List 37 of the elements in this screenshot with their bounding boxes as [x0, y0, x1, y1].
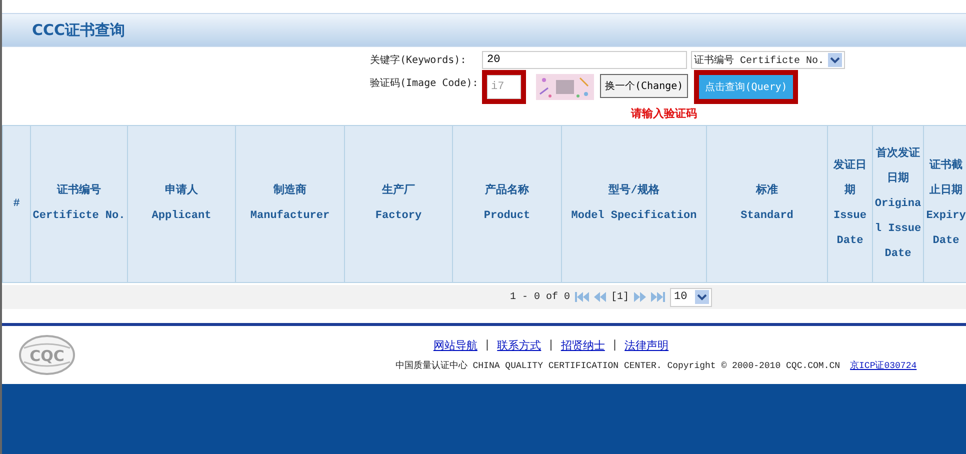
link-separator: | [612, 338, 617, 353]
column-header: 申请人 Applicant [128, 126, 236, 282]
footer-link[interactable]: 联系方式 [497, 338, 542, 353]
column-header: 型号/规格 Model Specification [562, 126, 706, 282]
column-header: 发证日期 Issue Date [828, 126, 872, 282]
keyword-field[interactable]: 20 [482, 51, 687, 69]
link-separator: | [549, 338, 553, 353]
previous-page-icon[interactable] [594, 292, 606, 302]
column-header: 制造商 Manufacturer [236, 126, 344, 282]
first-page-icon[interactable] [575, 292, 590, 302]
dropdown-icon [828, 53, 842, 67]
column-header: 生产厂 Factory [344, 126, 452, 282]
current-page: [1] [611, 292, 630, 302]
column-header: 产品名称 Product [452, 126, 562, 282]
copyright-text: 中国质量认证中心 CHINA QUALITY CERTIFICATION CENTER. Copyright © 2000-2010 CQC.COM.CN [395, 360, 840, 372]
page-size-select[interactable]: 10 [670, 288, 712, 306]
footer-link[interactable]: 招贤纳士 [560, 338, 605, 353]
keyword-label: 关键字(Keywords): [370, 54, 468, 68]
search-type-select[interactable]: 证书编号 Certificte No. [691, 51, 846, 69]
page-summary: 1 - 0 of 0 [510, 292, 570, 302]
footer-link[interactable]: 法律声明 [624, 338, 669, 353]
footer-link[interactable]: 网站导航 [433, 338, 478, 353]
page-title: CCC证书查询 [32, 20, 126, 40]
next-page-icon[interactable] [634, 292, 646, 302]
link-separator: | [485, 338, 490, 353]
column-header: 证书编号 Certificte No. [30, 126, 128, 282]
logo-icon: CQC [18, 334, 76, 376]
dropdown-icon [695, 290, 710, 304]
icp-link[interactable]: 京ICP证030724 [850, 359, 917, 372]
column-header: 标准 Standard [706, 126, 828, 282]
error-message: 请输入验证码 [631, 106, 698, 121]
column-header: 证书截止日期 Expiry Date [924, 126, 966, 282]
column-header: # [2, 126, 30, 282]
change-button[interactable]: 换一个(Change) [600, 74, 688, 98]
column-header: 首次发证日期 Original Issue Date [872, 126, 924, 282]
last-page-icon[interactable] [651, 292, 666, 302]
image-code-label: 验证码(Image Code): [370, 77, 478, 91]
